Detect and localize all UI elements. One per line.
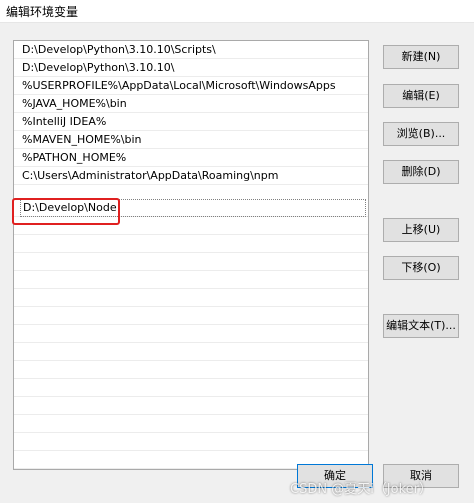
list-item-empty[interactable]: [14, 325, 368, 343]
list-item-text: %MAVEN_HOME%\bin: [22, 133, 142, 146]
list-item-empty[interactable]: [14, 379, 368, 397]
list-item-empty[interactable]: [14, 271, 368, 289]
list-item-text: D:\Develop\Python\3.10.10\: [22, 61, 175, 74]
list-item-empty[interactable]: [14, 343, 368, 361]
list-item-empty[interactable]: [14, 361, 368, 379]
edit-button[interactable]: 编辑(E): [383, 84, 459, 108]
list-item-text: %IntelliJ IDEA%: [22, 115, 107, 128]
move-down-button[interactable]: 下移(O): [383, 256, 459, 280]
list-item[interactable]: D:\Develop\Python\3.10.10\Scripts\: [14, 41, 368, 59]
list-item[interactable]: D:\Develop\Python\3.10.10\: [14, 59, 368, 77]
list-item[interactable]: %IntelliJ IDEA%: [14, 113, 368, 131]
list-item[interactable]: %MAVEN_HOME%\bin: [14, 131, 368, 149]
list-item-text: D:\Develop\Python\3.10.10\Scripts\: [22, 43, 216, 56]
list-item-empty[interactable]: [14, 433, 368, 451]
list-item[interactable]: %JAVA_HOME%\bin: [14, 95, 368, 113]
list-item[interactable]: %USERPROFILE%\AppData\Local\Microsoft\Wi…: [14, 77, 368, 95]
path-list[interactable]: D:\Develop\Python\3.10.10\Scripts\ D:\De…: [13, 40, 369, 470]
window-title: 编辑环境变量: [6, 5, 79, 19]
list-item-empty[interactable]: [14, 289, 368, 307]
list-item-empty[interactable]: [14, 253, 368, 271]
edit-env-var-dialog: 编辑环境变量 D:\Develop\Python\3.10.10\Scripts…: [0, 0, 474, 503]
highlight-annotation: [12, 198, 120, 225]
list-item-text: %PATHON_HOME%: [22, 151, 127, 164]
list-item[interactable]: %PATHON_HOME%: [14, 149, 368, 167]
watermark: CSDN @夏天i（Joker）: [290, 482, 433, 497]
browse-button[interactable]: 浏览(B)...: [383, 122, 459, 146]
list-item[interactable]: C:\Users\Administrator\AppData\Roaming\n…: [14, 167, 368, 185]
list-item-empty[interactable]: [14, 415, 368, 433]
move-up-button[interactable]: 上移(U): [383, 218, 459, 242]
title-bar: 编辑环境变量: [0, 0, 474, 23]
list-item-empty[interactable]: [14, 307, 368, 325]
list-item-empty[interactable]: [14, 397, 368, 415]
new-button[interactable]: 新建(N): [383, 45, 459, 69]
list-item-text: %JAVA_HOME%\bin: [22, 97, 127, 110]
list-item-text: %USERPROFILE%\AppData\Local\Microsoft\Wi…: [22, 79, 336, 92]
list-item-text: C:\Users\Administrator\AppData\Roaming\n…: [22, 169, 279, 182]
list-item-empty[interactable]: [14, 235, 368, 253]
edit-text-button[interactable]: 编辑文本(T)...: [383, 314, 459, 338]
delete-button[interactable]: 删除(D): [383, 160, 459, 184]
